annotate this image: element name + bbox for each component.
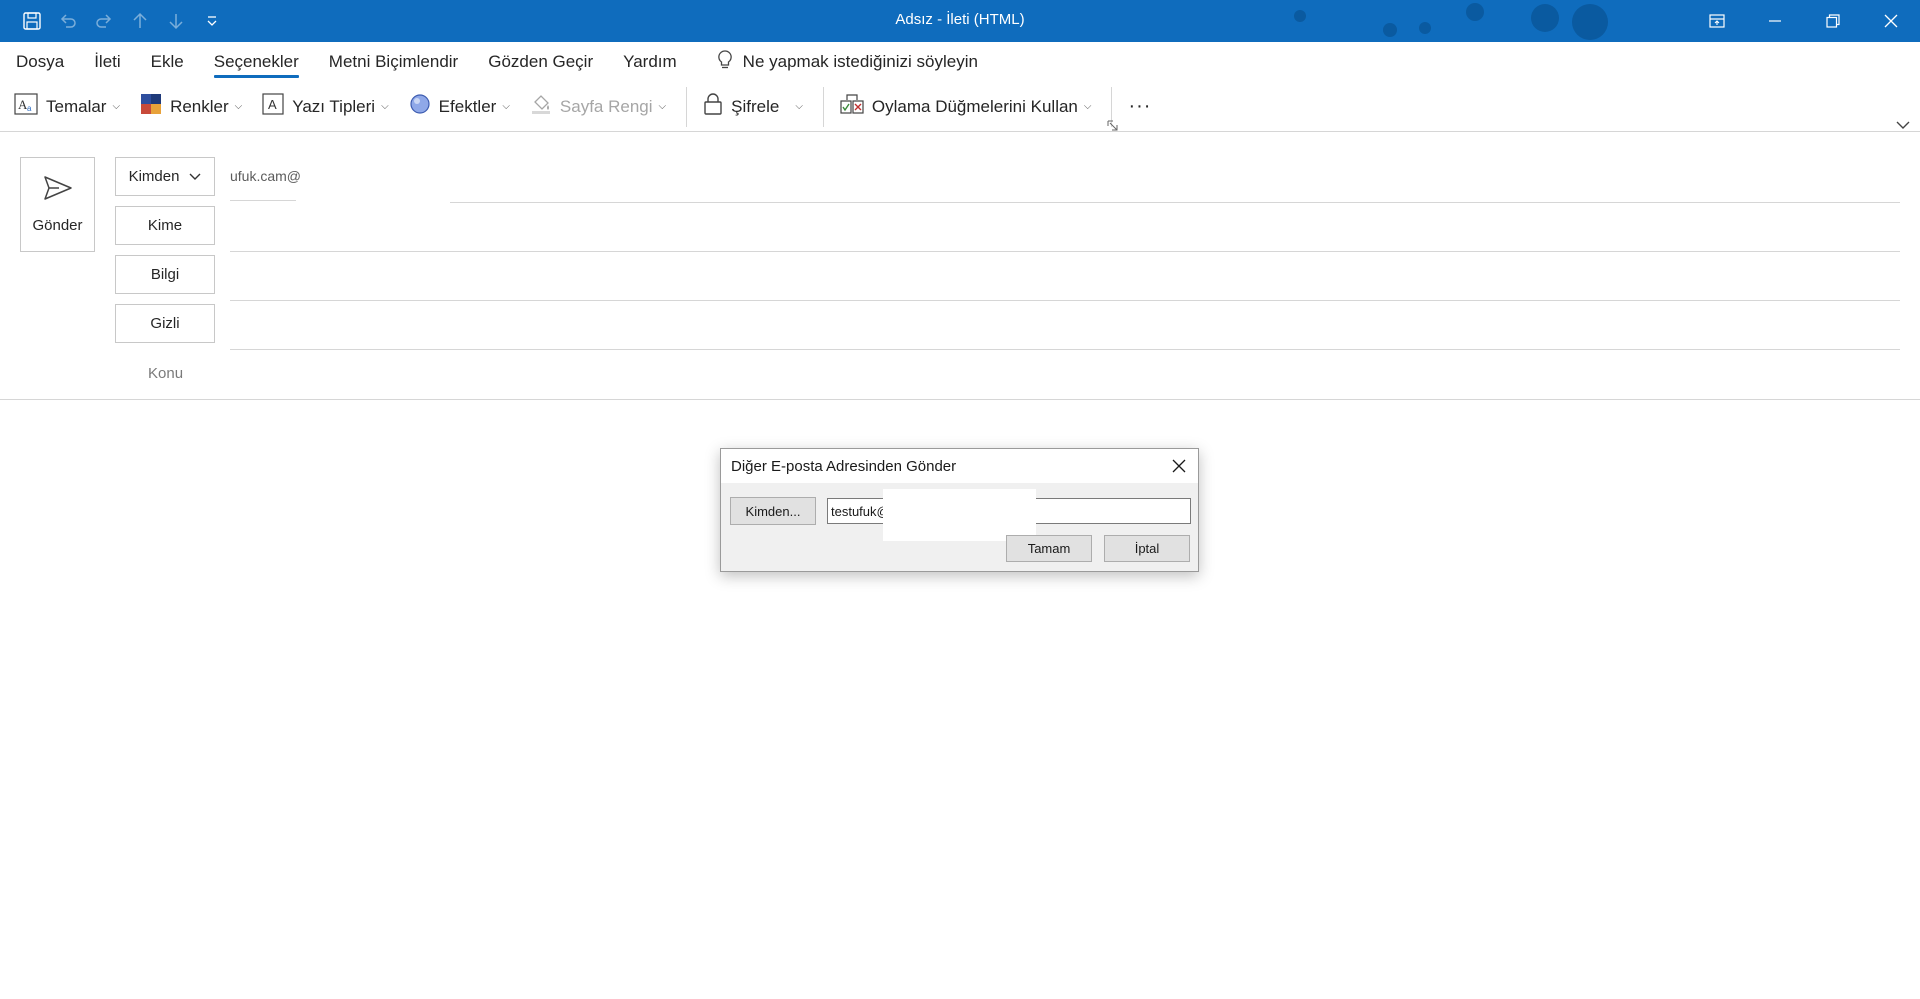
- themes-label: Temalar: [46, 96, 107, 116]
- tab-dosya[interactable]: Dosya: [16, 46, 64, 78]
- effects-icon: [409, 93, 431, 120]
- effects-button[interactable]: Efektler ⌵: [409, 91, 510, 123]
- themes-icon: Aa: [14, 92, 38, 121]
- more-icon: ···: [1128, 95, 1152, 117]
- collapse-ribbon-icon[interactable]: [1896, 115, 1910, 135]
- message-body-divider: [0, 399, 1920, 400]
- ribbon-separator: [686, 86, 688, 127]
- dialog-from-button[interactable]: Kimden...: [730, 497, 816, 525]
- window-controls: [1688, 0, 1920, 42]
- tell-me-search[interactable]: Ne yapmak istediğinizi söyleyin: [717, 49, 978, 75]
- to-field[interactable]: [230, 251, 1900, 252]
- voting-label: Oylama Düğmelerini Kullan: [871, 96, 1078, 116]
- tab-ekle[interactable]: Ekle: [151, 46, 184, 78]
- bcc-field[interactable]: [230, 349, 1900, 350]
- chevron-down-icon: ⌵: [112, 101, 121, 112]
- dialog-launcher-icon[interactable]: [1107, 116, 1118, 136]
- from-button[interactable]: Kimden: [115, 157, 215, 196]
- send-icon: [43, 175, 73, 205]
- redaction-box: [883, 489, 1036, 541]
- from-line: [450, 202, 1900, 203]
- title-bar: Adsız - İleti (HTML): [0, 0, 1920, 42]
- chevron-down-icon: [189, 168, 201, 185]
- themes-button[interactable]: Aa Temalar ⌵: [14, 91, 120, 123]
- voting-icon: [840, 93, 864, 120]
- fonts-label: Yazı Tipleri: [292, 96, 376, 116]
- lightbulb-icon: [717, 49, 733, 75]
- window-title: Adsız - İleti (HTML): [895, 11, 1025, 28]
- chevron-down-icon: ⌵: [234, 101, 243, 112]
- from-underline: [230, 200, 296, 201]
- svg-text:a: a: [27, 104, 32, 113]
- to-button[interactable]: Kime: [115, 206, 215, 245]
- voting-buttons-button[interactable]: Oylama Düğmelerini Kullan ⌵: [840, 91, 1092, 123]
- from-label: Kimden: [128, 168, 180, 185]
- ribbon-separator: [822, 86, 824, 127]
- svg-text:A: A: [268, 97, 277, 112]
- dialog-cancel-button[interactable]: İptal: [1104, 535, 1190, 562]
- dialog-ok-button[interactable]: Tamam: [1006, 535, 1092, 562]
- minimize-icon[interactable]: [1746, 0, 1804, 42]
- page-color-button[interactable]: Sayfa Rengi ⌵: [530, 91, 666, 123]
- bcc-button[interactable]: Gizli: [115, 304, 215, 343]
- tell-me-label: Ne yapmak istediğinizi söyleyin: [742, 52, 978, 71]
- from-value[interactable]: ufuk.cam@: [230, 168, 301, 184]
- lock-icon: [703, 93, 723, 120]
- tab-metni-bicimlendir[interactable]: Metni Biçimlendir: [329, 46, 458, 78]
- restore-icon[interactable]: [1804, 0, 1862, 42]
- colors-button[interactable]: Renkler ⌵: [140, 91, 242, 123]
- send-from-other-address-dialog: Diğer E-posta Adresinden Gönder Kimden..…: [720, 448, 1199, 572]
- tab-yardim[interactable]: Yardım: [623, 46, 677, 78]
- encrypt-label: Şifrele: [731, 96, 780, 116]
- cc-button[interactable]: Bilgi: [115, 255, 215, 294]
- tab-ileti[interactable]: İleti: [94, 46, 120, 78]
- fonts-icon: A: [262, 93, 284, 120]
- paint-bucket-icon: [530, 93, 552, 120]
- tab-secenekler[interactable]: Seçenekler: [213, 46, 299, 78]
- dialog-close-icon[interactable]: [1170, 457, 1188, 475]
- title-bar-decoration: [1294, 3, 1608, 40]
- dialog-title: Diğer E-posta Adresinden Gönder: [731, 458, 957, 475]
- colors-icon: [140, 93, 162, 120]
- ribbon-toolbar: Aa Temalar ⌵ Renkler ⌵ A Yazı Tipleri ⌵ …: [0, 82, 1920, 132]
- ribbon-tabs: Dosya İleti Ekle Seçenekler Metni Biçiml…: [0, 42, 1920, 82]
- send-label: Gönder: [32, 217, 83, 234]
- colors-label: Renkler: [170, 96, 229, 116]
- send-button[interactable]: Gönder: [20, 157, 95, 252]
- ribbon-display-icon[interactable]: [1688, 0, 1746, 42]
- chevron-down-icon: ⌵: [795, 101, 803, 112]
- page-color-label: Sayfa Rengi: [559, 96, 653, 116]
- chevron-down-icon: ⌵: [658, 101, 667, 112]
- more-options-button[interactable]: ···: [1128, 91, 1151, 123]
- close-icon[interactable]: [1862, 0, 1920, 42]
- cc-field[interactable]: [230, 300, 1900, 301]
- subject-label: Konu: [148, 365, 184, 382]
- fonts-button[interactable]: A Yazı Tipleri ⌵: [262, 91, 389, 123]
- chevron-down-icon: ⌵: [1083, 101, 1092, 112]
- effects-label: Efektler: [438, 96, 497, 116]
- chevron-down-icon: ⌵: [381, 101, 389, 112]
- tab-gozden-gecir[interactable]: Gözden Geçir: [488, 46, 593, 78]
- chevron-down-icon: ⌵: [502, 101, 510, 112]
- encrypt-button[interactable]: Şifrele ⌵: [703, 91, 803, 123]
